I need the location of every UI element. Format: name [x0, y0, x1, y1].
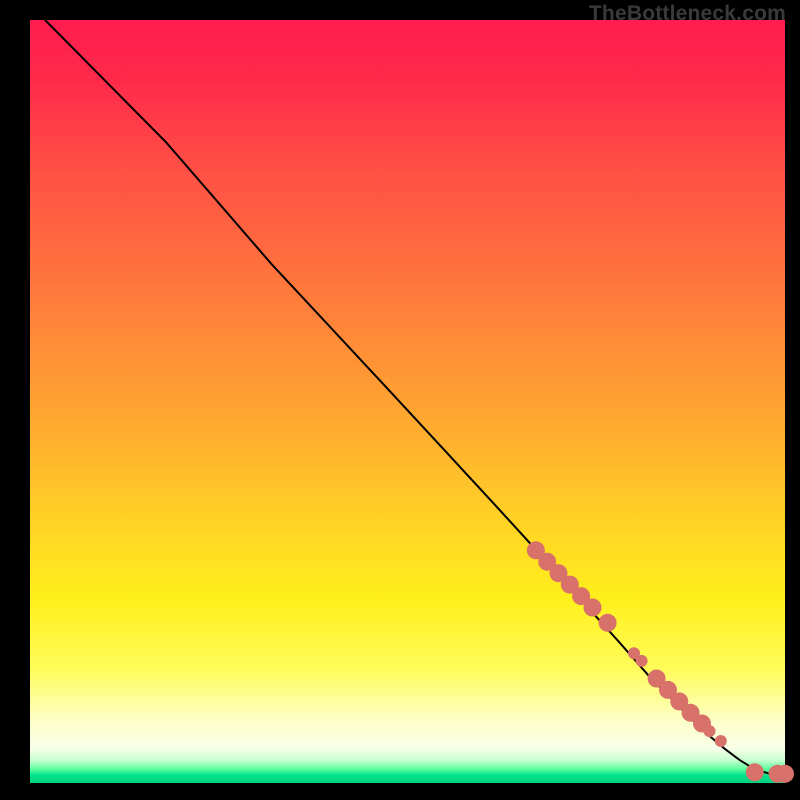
chart-container: TheBottleneck.com — [0, 0, 800, 800]
data-point — [584, 599, 602, 617]
data-point — [599, 614, 617, 632]
data-point — [776, 765, 794, 783]
data-point — [704, 725, 716, 737]
plot-area — [30, 20, 785, 783]
chart-svg — [30, 20, 785, 783]
marker-group — [527, 541, 794, 783]
curve-line — [45, 20, 785, 774]
data-point — [715, 735, 727, 747]
data-point — [636, 655, 648, 667]
data-point — [746, 763, 764, 781]
